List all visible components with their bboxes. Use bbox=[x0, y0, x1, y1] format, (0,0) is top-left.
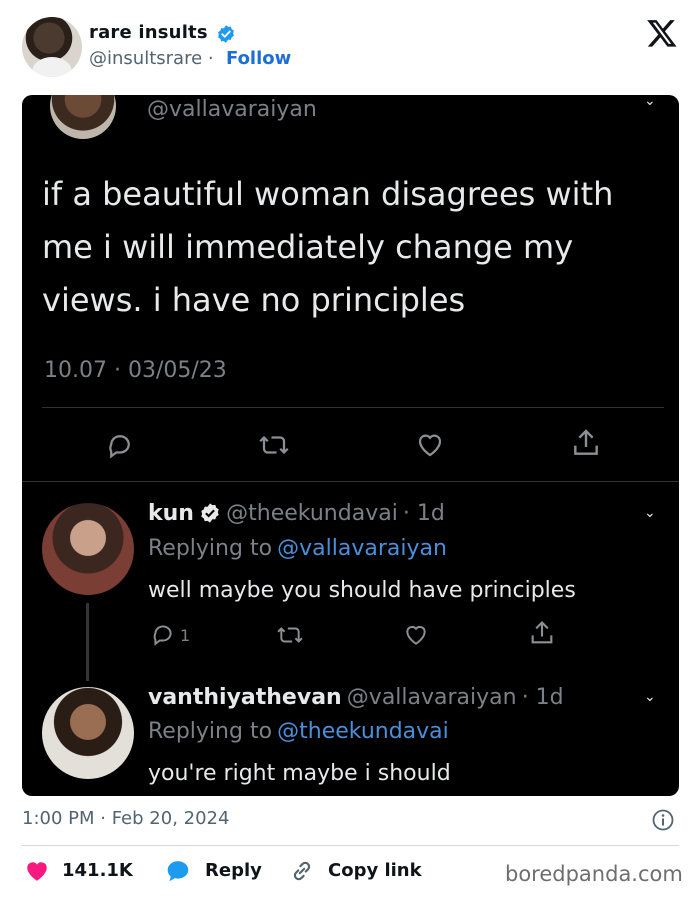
share-icon bbox=[574, 429, 598, 455]
post-timestamp[interactable]: 1:00 PM · Feb 20, 2024 bbox=[22, 808, 229, 829]
reply-button[interactable]: Reply bbox=[205, 860, 262, 881]
reply1-handle: @theekundavai bbox=[226, 501, 398, 526]
copy-link-button[interactable]: Copy link bbox=[328, 860, 422, 881]
replying-prefix: Replying to bbox=[148, 536, 273, 561]
reply2-name: vanthiyathevan bbox=[148, 685, 342, 710]
chevron-down-icon: ⌄ bbox=[644, 95, 656, 109]
original-handle: @vallavaraiyan bbox=[147, 97, 317, 122]
author-avatar[interactable] bbox=[22, 17, 82, 77]
x-logo-icon[interactable] bbox=[645, 17, 679, 49]
original-timestamp: 10.07 · 03/05/23 bbox=[44, 358, 227, 383]
link-icon[interactable] bbox=[289, 858, 315, 884]
reply1-avatar bbox=[42, 503, 134, 595]
reply1-name: kun bbox=[148, 501, 194, 526]
author-handle-text[interactable]: @insultsrare bbox=[89, 48, 202, 69]
embedded-tweet-screenshot[interactable]: ⌄ @vallavaraiyan if a beautiful woman di… bbox=[22, 95, 679, 796]
reply2-handle: @vallavaraiyan bbox=[346, 685, 517, 710]
reply2-avatar bbox=[42, 687, 134, 779]
replying-to-handle: @theekundavai bbox=[277, 719, 449, 744]
heart-icon[interactable] bbox=[24, 858, 50, 884]
watermark: boredpanda.com bbox=[505, 862, 683, 886]
reply2-age: · 1d bbox=[521, 685, 564, 710]
reply2-header: vanthiyathevan @vallavaraiyan · 1d bbox=[148, 685, 564, 710]
retweet-icon bbox=[259, 435, 289, 455]
reply1-age: · 1d bbox=[402, 501, 445, 526]
author-name[interactable]: rare insults bbox=[89, 22, 208, 43]
chevron-down-icon: ⌄ bbox=[644, 505, 656, 521]
like-icon bbox=[418, 434, 442, 457]
reply2-replying: Replying to @theekundavai bbox=[148, 719, 449, 744]
replying-to-handle: @vallavaraiyan bbox=[277, 536, 447, 561]
verified-badge-icon bbox=[201, 503, 219, 523]
share-icon bbox=[531, 621, 553, 644]
reply1-replying: Replying to @vallavaraiyan bbox=[148, 536, 447, 561]
like-icon bbox=[406, 625, 426, 645]
divider bbox=[22, 845, 679, 846]
author-handle[interactable]: @insultsrare · bbox=[89, 48, 214, 69]
info-icon[interactable] bbox=[651, 808, 675, 832]
reply1-text: well maybe you should have principles bbox=[148, 578, 576, 603]
reply-icon bbox=[109, 435, 130, 459]
original-avatar bbox=[50, 95, 116, 139]
reply1-reply-count: 1 bbox=[180, 626, 191, 645]
replying-prefix: Replying to bbox=[148, 719, 273, 744]
divider bbox=[42, 407, 664, 408]
follow-button[interactable]: Follow bbox=[226, 48, 291, 69]
reply-icon bbox=[153, 625, 172, 646]
verified-badge-icon bbox=[218, 25, 234, 43]
chevron-down-icon: ⌄ bbox=[644, 689, 656, 705]
handle-separator: · bbox=[207, 48, 214, 69]
like-count[interactable]: 141.1K bbox=[62, 860, 133, 881]
retweet-icon bbox=[277, 627, 303, 643]
divider bbox=[22, 481, 679, 482]
reply2-text: you're right maybe i should bbox=[148, 761, 451, 786]
reply1-header: kun @theekundavai · 1d bbox=[148, 501, 445, 526]
chat-bubble-icon[interactable] bbox=[165, 858, 191, 884]
original-tweet-text: if a beautiful woman disagrees with me i… bbox=[42, 175, 614, 319]
thread-connector-line bbox=[86, 603, 89, 681]
